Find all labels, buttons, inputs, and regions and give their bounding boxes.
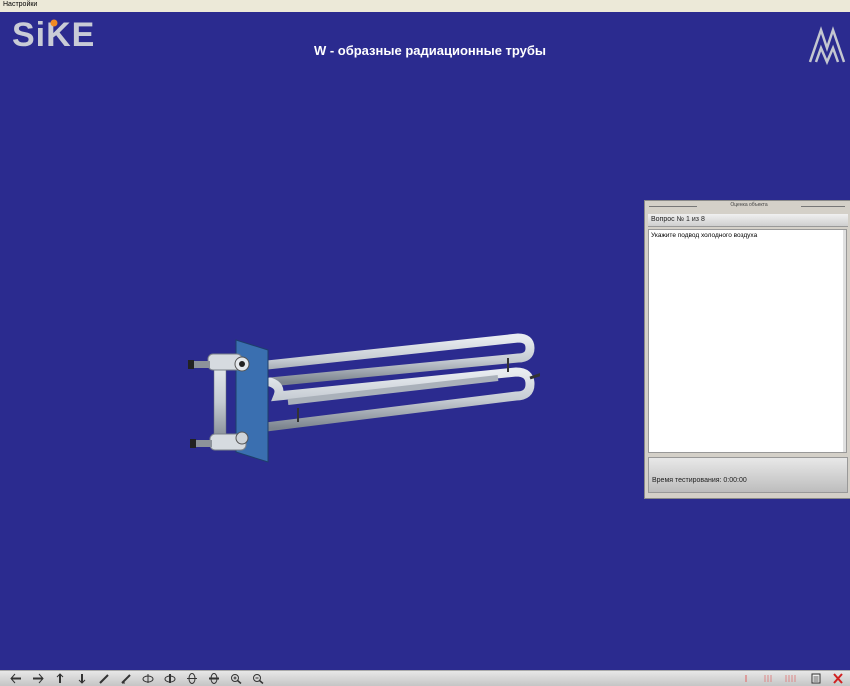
menu-settings[interactable]: Настройки	[3, 1, 37, 8]
scrollbar[interactable]	[843, 230, 846, 452]
move-up-icon[interactable]	[52, 671, 68, 686]
zoom-in-icon[interactable]	[228, 671, 244, 686]
zoom-out-icon[interactable]	[250, 671, 266, 686]
move-down-icon[interactable]	[74, 671, 90, 686]
panel-icon[interactable]	[808, 671, 824, 686]
move-left-icon[interactable]	[8, 671, 24, 686]
question-number: Вопрос № 1 из 8	[648, 214, 848, 227]
mk-brand-logo-icon	[808, 26, 846, 66]
rotate-x-neg-icon[interactable]	[162, 671, 178, 686]
close-icon[interactable]	[830, 671, 846, 686]
question-panel: Оценка объекта Вопрос № 1 из 8 Укажите п…	[644, 200, 850, 499]
mark-all-icon[interactable]	[782, 671, 798, 686]
page-title: W - образные радиационные трубы	[313, 43, 547, 58]
move-right-icon[interactable]	[30, 671, 46, 686]
timer-label: Время тестирования: 0:00:00	[652, 477, 747, 484]
bottom-toolbar	[0, 670, 850, 686]
mark-multi-icon[interactable]	[760, 671, 776, 686]
question-text-area[interactable]: Укажите подвод холодного воздуха	[648, 229, 847, 453]
rotate-y-neg-icon[interactable]	[206, 671, 222, 686]
rotate-x-pos-icon[interactable]	[140, 671, 156, 686]
w-tube-model[interactable]	[178, 324, 540, 466]
mark-icon[interactable]	[738, 671, 754, 686]
diag-down-icon[interactable]	[118, 671, 134, 686]
timer-box: Время тестирования: 0:00:00	[648, 457, 848, 493]
panel-header: Оценка объекта	[649, 202, 845, 210]
question-text: Укажите подвод холодного воздуха	[651, 232, 758, 239]
menu-bar: Настройки	[0, 0, 850, 12]
rotate-y-pos-icon[interactable]	[184, 671, 200, 686]
diag-up-icon[interactable]	[96, 671, 112, 686]
